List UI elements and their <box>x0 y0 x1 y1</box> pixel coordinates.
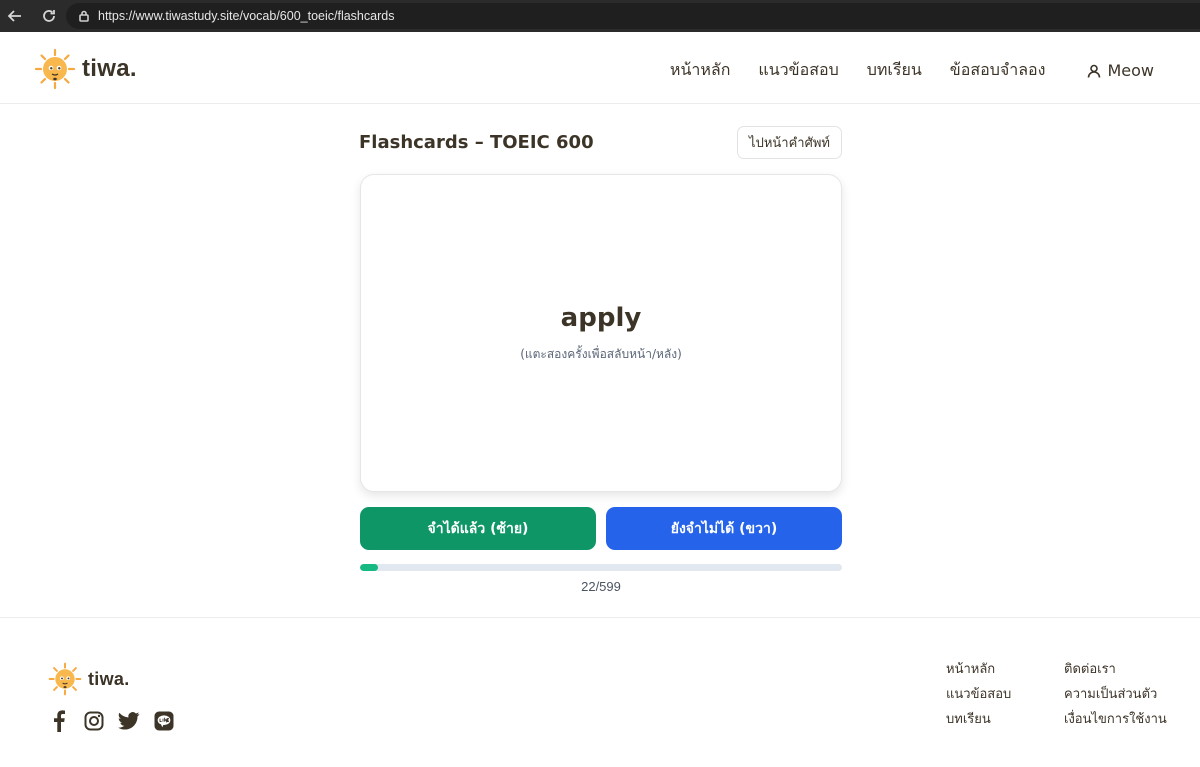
twitter-icon[interactable] <box>118 710 140 732</box>
footer-links-info: ติดต่อเรา ความเป็นส่วนตัว เงื่อนไขการใช้… <box>1064 660 1167 735</box>
back-icon[interactable] <box>4 5 26 27</box>
footer-link-contact[interactable]: ติดต่อเรา <box>1064 660 1167 685</box>
logo[interactable]: tiwa. <box>34 48 137 90</box>
footer-link-lessons[interactable]: บทเรียน <box>946 710 1011 735</box>
sun-mascot-icon <box>48 662 82 696</box>
not-remembered-button[interactable]: ยังจำไม่ได้ (ขวา) <box>606 507 842 550</box>
instagram-icon[interactable] <box>83 710 105 732</box>
user-name: Meow <box>1107 61 1154 80</box>
url-text: https://www.tiwastudy.site/vocab/600_toe… <box>98 9 395 23</box>
nav-home[interactable]: หน้าหลัก <box>670 58 731 83</box>
flashcard-hint: (แตะสองครั้งเพื่อสลับหน้า/หลัง) <box>520 347 682 361</box>
user-menu[interactable]: Meow <box>1087 61 1154 80</box>
progress-text: 22/599 <box>581 579 621 594</box>
nav-exam-guide[interactable]: แนวข้อสอบ <box>758 58 838 83</box>
page-title: Flashcards – TOEIC 600 <box>359 132 594 153</box>
footer-links-main: หน้าหลัก แนวข้อสอบ บทเรียน <box>946 660 1011 735</box>
flashcard-word: apply <box>560 303 642 333</box>
footer-link-privacy[interactable]: ความเป็นส่วนตัว <box>1064 685 1167 710</box>
social-links <box>48 710 188 732</box>
footer: tiwa. หน้าหลัก แนวข้อสอบ บทเรียน ติดต่อเ… <box>0 617 1200 767</box>
footer-logo[interactable]: tiwa. <box>48 662 130 696</box>
user-icon <box>1088 64 1101 78</box>
browser-toolbar: https://www.tiwastudy.site/vocab/600_toe… <box>0 0 1200 32</box>
nav-mock-exam[interactable]: ข้อสอบจำลอง <box>950 58 1046 83</box>
footer-link-exam-guide[interactable]: แนวข้อสอบ <box>946 685 1011 710</box>
site-header: tiwa. หน้าหลัก แนวข้อสอบ บทเรียน ข้อสอบจ… <box>0 32 1200 104</box>
sun-mascot-icon <box>34 48 76 90</box>
go-to-vocabulary-button[interactable]: ไปหน้าคำศัพท์ <box>737 126 842 159</box>
main-nav: หน้าหลัก แนวข้อสอบ บทเรียน ข้อสอบจำลอง M… <box>642 58 1154 83</box>
address-bar[interactable]: https://www.tiwastudy.site/vocab/600_toe… <box>66 3 1200 29</box>
footer-link-terms[interactable]: เงื่อนไขการใช้งาน <box>1064 710 1167 735</box>
logo-text: tiwa. <box>82 55 137 82</box>
facebook-icon[interactable] <box>48 710 70 732</box>
remembered-button[interactable]: จำได้แล้ว (ซ้าย) <box>360 507 596 550</box>
reload-icon[interactable] <box>38 5 60 27</box>
site-info-icon[interactable] <box>78 7 90 26</box>
line-icon[interactable] <box>153 710 175 732</box>
footer-logo-text: tiwa. <box>88 668 130 689</box>
footer-link-home[interactable]: หน้าหลัก <box>946 660 1011 685</box>
progress-bar <box>360 564 842 571</box>
flashcard[interactable]: apply (แตะสองครั้งเพื่อสลับหน้า/หลัง) <box>360 174 842 492</box>
nav-lessons[interactable]: บทเรียน <box>867 58 922 83</box>
progress-fill <box>360 564 378 571</box>
